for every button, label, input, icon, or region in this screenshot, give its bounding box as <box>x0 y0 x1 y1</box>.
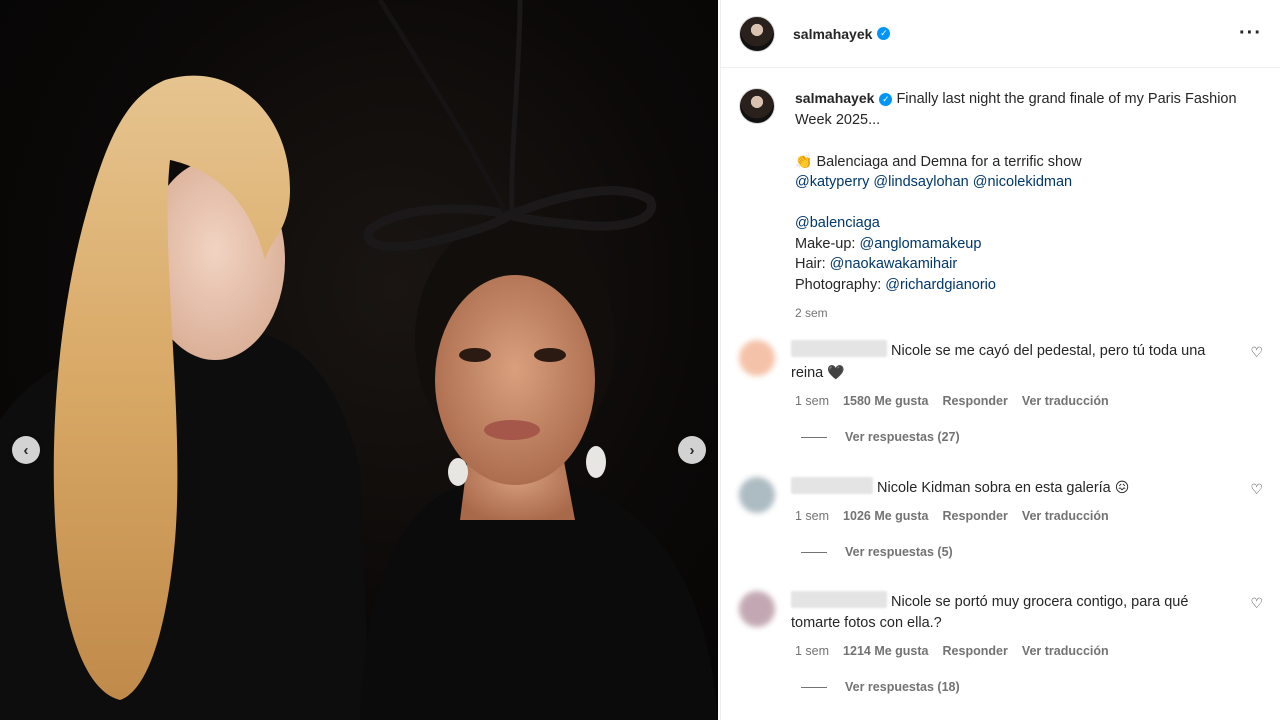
caption-timestamp[interactable]: 2 sem <box>795 303 1259 324</box>
hair-label: Hair: <box>795 256 826 272</box>
post-username[interactable]: salmahayek <box>793 26 872 42</box>
mention-link[interactable]: @naokawakamihair <box>830 256 958 272</box>
divider <box>801 551 827 553</box>
comment-text: Nicole Kidman sobra en esta galería <box>877 480 1111 496</box>
view-replies-button[interactable]: Ver respuestas (27) <box>801 430 1269 444</box>
view-replies-label: Ver respuestas (18) <box>845 680 960 694</box>
view-replies-button[interactable]: Ver respuestas (18) <box>801 680 1269 694</box>
like-heart-icon[interactable]: ♡ <box>1250 344 1263 361</box>
next-image-button[interactable]: › <box>678 436 706 464</box>
comment-timestamp[interactable]: 1 sem <box>795 644 829 658</box>
previous-image-button[interactable]: ‹ <box>12 436 40 464</box>
avatar[interactable] <box>739 15 775 52</box>
translate-button[interactable]: Ver traducción <box>1022 644 1109 658</box>
comment-avatar[interactable] <box>739 591 775 627</box>
confounded-face-icon: 😖 <box>1114 479 1130 495</box>
divider <box>801 436 827 438</box>
verified-badge-icon: ✓ <box>879 92 893 106</box>
caption-username[interactable]: salmahayek <box>795 90 874 106</box>
comment-likes[interactable]: 1026 Me gusta <box>843 509 928 523</box>
caption-line-2: Balenciaga and Demna for a terrific show <box>816 153 1082 170</box>
view-replies-label: Ver respuestas (27) <box>845 430 960 444</box>
comment-avatar[interactable] <box>739 340 775 376</box>
comment-timestamp[interactable]: 1 sem <box>795 509 829 523</box>
chevron-left-icon: ‹ <box>23 441 29 459</box>
caption-avatar[interactable] <box>739 88 775 124</box>
post-media[interactable]: ‹ › <box>0 0 718 720</box>
comment-username-blurred[interactable] <box>791 477 873 494</box>
mention-link[interactable]: @anglomamakeup <box>859 236 981 252</box>
post-caption: salmahayek ✓ Finally last night the grand… <box>739 88 1259 324</box>
like-heart-icon[interactable]: ♡ <box>1250 481 1263 498</box>
view-replies-label: Ver respuestas (5) <box>845 545 953 559</box>
comment-timestamp[interactable]: 1 sem <box>795 394 829 408</box>
comment-avatar[interactable] <box>739 477 775 513</box>
view-replies-button[interactable]: Ver respuestas (5) <box>801 545 1269 559</box>
comment: Nicole se portó muy grocera contigo, par… <box>739 591 1269 694</box>
mention-link[interactable]: @katyperry <box>795 174 869 190</box>
translate-button[interactable]: Ver traducción <box>1022 509 1109 523</box>
mention-link[interactable]: @richardgianorio <box>885 277 996 293</box>
more-options-icon[interactable]: ··· <box>1239 22 1262 45</box>
comment-likes[interactable]: 1214 Me gusta <box>843 644 928 658</box>
mention-link[interactable]: @nicolekidman <box>973 174 1072 190</box>
comment: Nicole Kidman sobra en esta galería 😖 ♡ … <box>739 477 1269 559</box>
reply-button[interactable]: Responder <box>943 509 1008 523</box>
chevron-right-icon: › <box>689 441 695 459</box>
reply-button[interactable]: Responder <box>943 644 1008 658</box>
comment-username-blurred[interactable] <box>791 340 887 357</box>
mention-link[interactable]: @lindsaylohan <box>873 174 968 190</box>
black-heart-icon: 🖤 <box>827 364 845 380</box>
photography-label: Photography: <box>795 276 882 293</box>
verified-badge-icon: ✓ <box>877 27 891 40</box>
makeup-label: Make-up: <box>795 235 856 252</box>
post-side-panel: salmahayek ✓ ··· salmahayek ✓ Finally las… <box>720 0 1280 720</box>
post-header: salmahayek ✓ ··· <box>721 0 1280 68</box>
reply-button[interactable]: Responder <box>943 394 1008 408</box>
translate-button[interactable]: Ver traducción <box>1022 394 1109 408</box>
comment-username-blurred[interactable] <box>791 591 887 608</box>
mention-link[interactable]: @balenciaga <box>795 215 880 231</box>
like-heart-icon[interactable]: ♡ <box>1250 595 1263 612</box>
divider <box>801 686 827 688</box>
post-photo <box>0 0 718 720</box>
comment-likes[interactable]: 1580 Me gusta <box>843 394 928 408</box>
clapping-hands-icon: 👏 <box>795 152 813 169</box>
comment: Nicole se me cayó del pedestal, pero tú … <box>739 340 1269 444</box>
